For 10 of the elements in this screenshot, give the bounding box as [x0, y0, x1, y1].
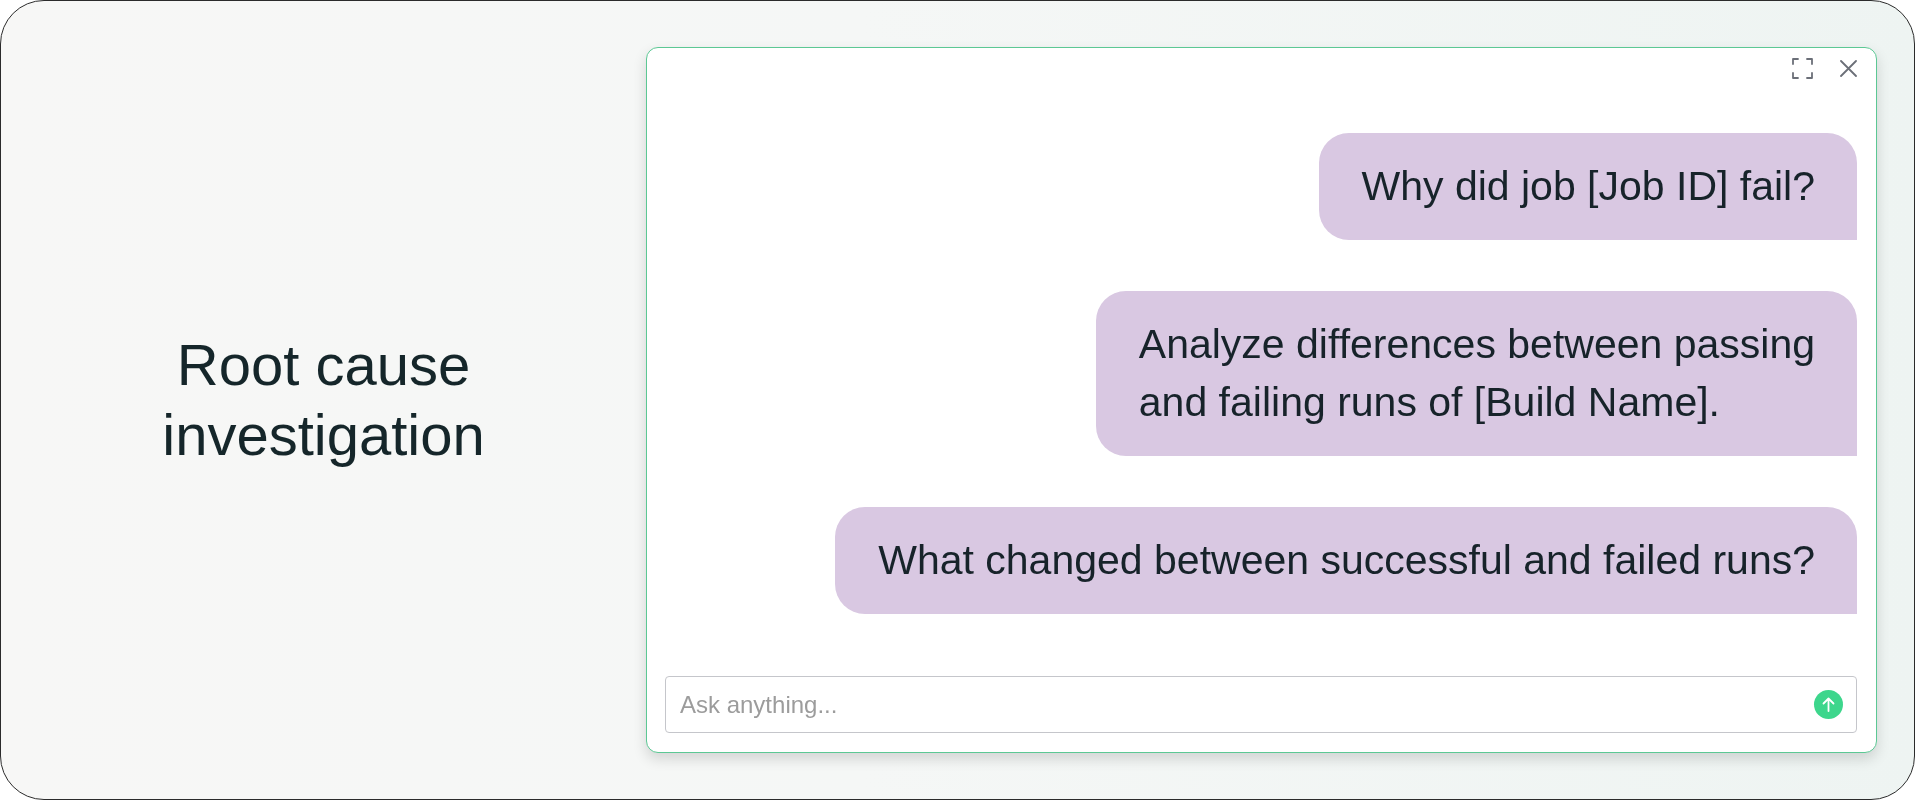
page-title: Root cause investigation [161, 331, 486, 469]
arrow-up-icon [1822, 697, 1835, 712]
expand-icon [1792, 58, 1813, 79]
user-message: Why did job [Job ID] fail? [1318, 133, 1857, 240]
expand-button[interactable] [1792, 58, 1813, 79]
user-message: What changed between successful and failed runs? [835, 507, 1857, 614]
user-message: Analyze differences between passing and failing runs of [Build Name]. [1095, 291, 1857, 456]
close-button[interactable] [1840, 60, 1857, 77]
message-input[interactable]: Ask anything... [665, 676, 1857, 733]
close-icon [1840, 60, 1857, 77]
